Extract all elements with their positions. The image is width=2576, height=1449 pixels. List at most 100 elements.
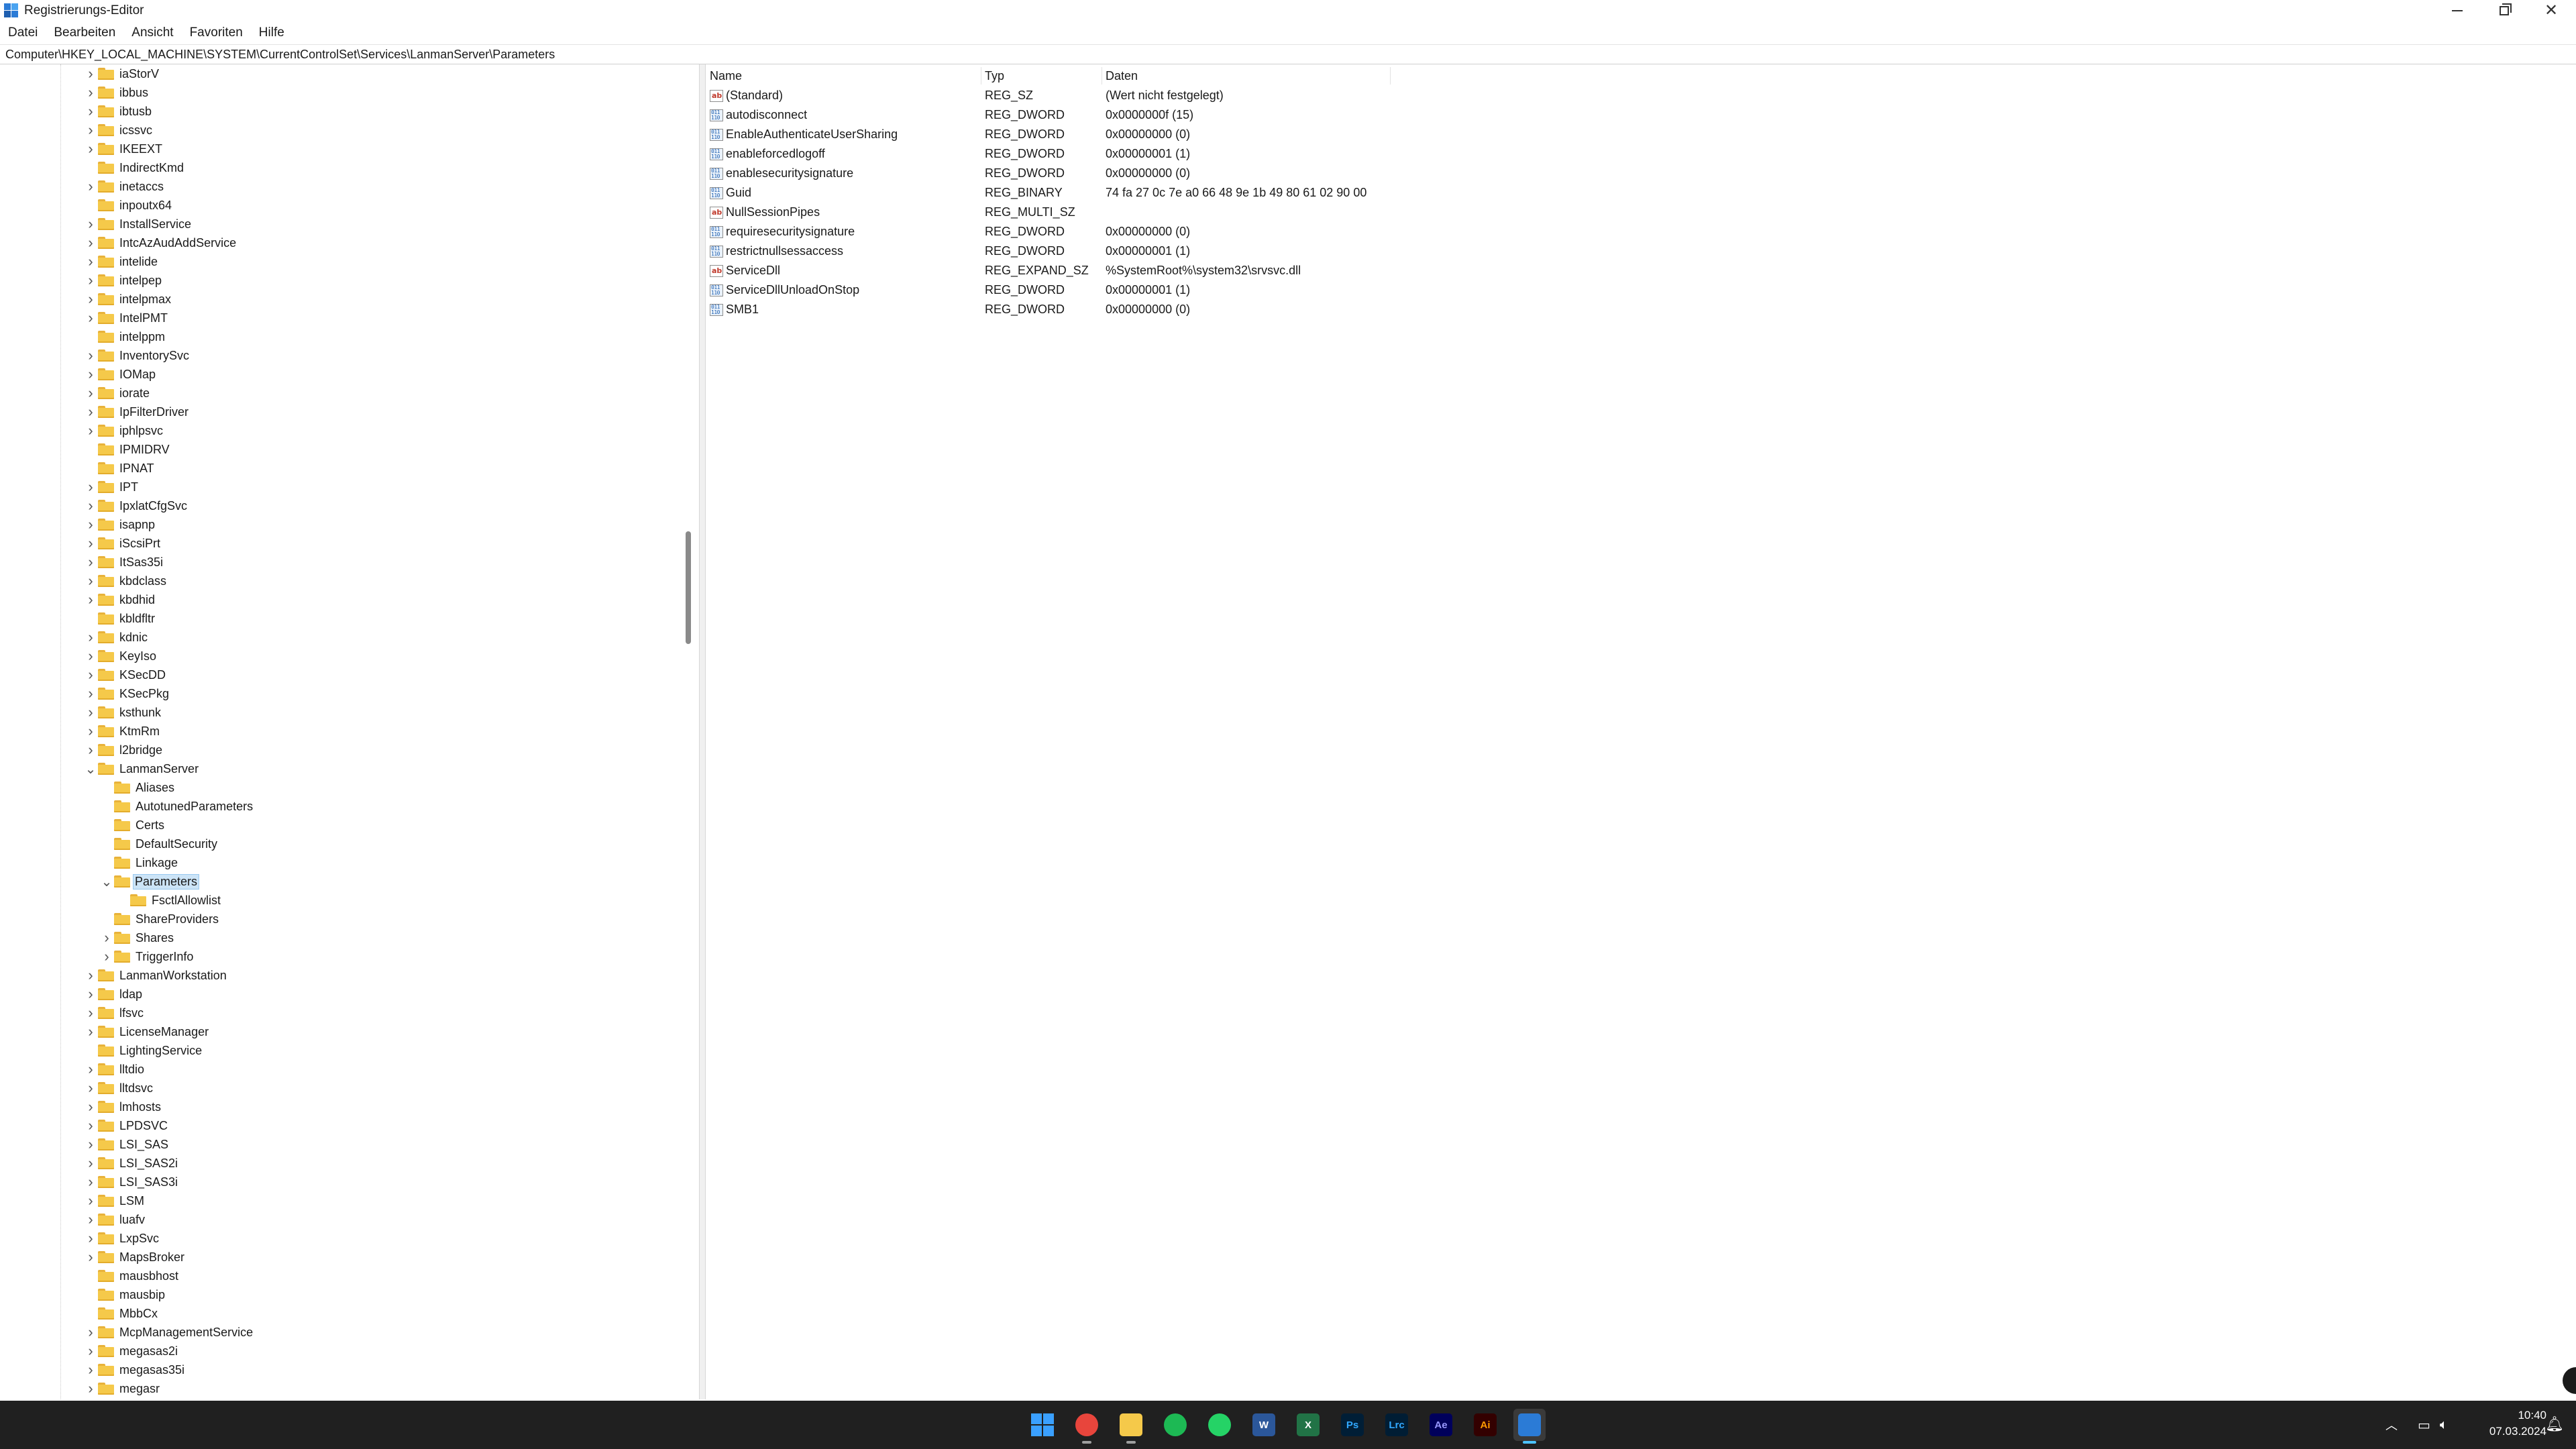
tree-item[interactable]: kbldfltr [83,609,158,628]
tree-item[interactable]: › ItSas35i [83,553,166,572]
chevron-right-icon[interactable]: › [83,966,98,985]
tree-item[interactable]: ShareProviders [99,910,221,928]
tree-item[interactable]: inpoutx64 [83,196,174,215]
chevron-right-icon[interactable]: › [83,83,98,102]
tree-item[interactable]: › intelpmax [83,290,174,309]
chevron-right-icon[interactable]: › [83,1342,98,1360]
chevron-right-icon[interactable]: › [83,496,98,515]
tree-item[interactable]: mausbip [83,1285,168,1304]
column-separator[interactable] [1390,67,1391,85]
chevron-right-icon[interactable]: › [83,1210,98,1229]
taskbar-file-explorer[interactable] [1115,1409,1147,1444]
chevron-right-icon[interactable]: › [83,384,98,402]
chevron-right-icon[interactable]: › [83,1116,98,1135]
tree-item[interactable]: › iScsiPrt [83,534,163,553]
chevron-down-icon[interactable]: ⌄ [83,759,98,778]
tree-item[interactable]: › luafv [83,1210,148,1229]
taskbar-lightroom-classic[interactable]: Lrc [1381,1409,1413,1441]
tree-item[interactable]: Linkage [99,853,180,872]
chevron-right-icon[interactable]: › [83,121,98,140]
value-row[interactable]: 011 110 Guid REG_BINARY 74 fa 27 0c 7e a0 66… [706,183,1390,203]
menu-favoriten[interactable]: Favoriten [182,25,251,40]
chevron-right-icon[interactable]: › [99,928,114,947]
tree-item[interactable]: › ibbus [83,83,151,102]
column-header-type[interactable]: Typ [985,67,1004,85]
pane-splitter[interactable] [699,64,706,1399]
chevron-right-icon[interactable]: › [83,1323,98,1342]
tree-item[interactable]: › iorate [83,384,152,402]
value-row[interactable]: 011 110 autodisconnect REG_DWORD 0x0000000f … [706,105,1390,125]
tree-item[interactable]: › IpFilterDriver [83,402,191,421]
menu-datei[interactable]: Datei [0,25,46,40]
restore-button[interactable] [2481,0,2528,21]
tree-item[interactable]: › megasas35i [83,1360,187,1379]
menu-bearbeiten[interactable]: Bearbeiten [46,25,123,40]
tree-item[interactable]: › KSecPkg [83,684,172,703]
values-list[interactable]: Name Typ Daten ab (Standard) REG_SZ (Wert n… [706,64,2576,1399]
chevron-right-icon[interactable]: › [83,1191,98,1210]
chevron-right-icon[interactable]: › [83,271,98,290]
tree-item[interactable]: ⌄ LanmanServer [83,759,201,778]
taskbar-spotify[interactable] [1159,1409,1191,1441]
tree-item[interactable]: › isapnp [83,515,158,534]
chevron-right-icon[interactable]: › [83,252,98,271]
tree-item[interactable]: › lmhosts [83,1097,164,1116]
tree-item[interactable]: › lltdsvc [83,1079,156,1097]
tree-item[interactable]: › iaStorV [83,64,162,83]
menu-hilfe[interactable]: Hilfe [251,25,292,40]
tree-item[interactable]: IPNAT [83,459,157,478]
tree-item[interactable]: mausbhost [83,1267,181,1285]
tree-item[interactable]: › InventorySvc [83,346,192,365]
chevron-right-icon[interactable]: › [83,177,98,196]
chevron-right-icon[interactable]: › [83,1022,98,1041]
address-bar[interactable]: Computer\HKEY_LOCAL_MACHINE\SYSTEM\Curre… [0,44,2576,64]
taskbar-start-button[interactable] [1026,1409,1059,1441]
tree-item[interactable]: › megasr [83,1379,162,1398]
tree-item[interactable]: › icssvc [83,121,155,140]
chevron-right-icon[interactable]: › [83,1060,98,1079]
tree-item[interactable]: DefaultSecurity [99,835,220,853]
value-row[interactable]: 011 110 requiresecuritysignature REG_DWORD 0… [706,222,1390,241]
tree-item[interactable]: › IOMap [83,365,158,384]
taskbar-chrome[interactable] [1071,1409,1103,1444]
tree-item[interactable]: IndirectKmd [83,158,186,177]
tree-item[interactable]: › kbdclass [83,572,169,590]
chevron-right-icon[interactable]: › [83,1097,98,1116]
tree-item[interactable]: › LPDSVC [83,1116,170,1135]
chevron-right-icon[interactable]: › [83,1135,98,1154]
tree-item[interactable]: › LxpSvc [83,1229,162,1248]
chevron-right-icon[interactable]: › [83,985,98,1004]
tree-item[interactable]: › LSM [83,1191,147,1210]
value-row[interactable]: ab (Standard) REG_SZ (Wert nicht festgelegt… [706,86,1390,105]
chevron-right-icon[interactable]: › [83,64,98,83]
taskbar-registry-editor[interactable] [1513,1409,1546,1444]
chevron-right-icon[interactable]: › [83,309,98,327]
tree-item[interactable]: › megasas2i [83,1342,180,1360]
tree-item[interactable]: › KeyIso [83,647,159,665]
key-tree[interactable]: › iaStorV › ibbus › ibtusb › icssvc › IKEEXT Indir… [0,64,699,1399]
chevron-right-icon[interactable]: › [83,140,98,158]
chevron-right-icon[interactable]: › [83,722,98,741]
tree-item[interactable]: › IPT [83,478,141,496]
tree-item[interactable]: › kbdhid [83,590,158,609]
tree-item[interactable]: › ksthunk [83,703,164,722]
chevron-up-icon[interactable]: ︿ [2385,1416,2398,1434]
chevron-right-icon[interactable]: › [83,346,98,365]
value-row[interactable]: 011 110 ServiceDllUnloadOnStop REG_DWORD 0x0… [706,280,1390,300]
menu-ansicht[interactable]: Ansicht [123,25,181,40]
tree-item[interactable]: › Shares [99,928,176,947]
tree-item[interactable]: › KSecDD [83,665,168,684]
tree-item[interactable]: › McpManagementService [83,1323,256,1342]
chevron-right-icon[interactable]: › [83,478,98,496]
tree-item[interactable]: › LSI_SAS2i [83,1154,180,1173]
tree-item[interactable]: IPMIDRV [83,440,172,459]
chevron-right-icon[interactable]: › [83,590,98,609]
tree-item[interactable]: › iphlpsvc [83,421,166,440]
tree-item[interactable]: ⌄ Parameters [99,872,200,891]
tree-item[interactable]: FsctlAllowlist [115,891,223,910]
chevron-right-icon[interactable]: › [83,553,98,572]
chevron-right-icon[interactable]: › [83,102,98,121]
chevron-right-icon[interactable]: › [83,365,98,384]
tree-item[interactable]: › l2bridge [83,741,165,759]
chevron-right-icon[interactable]: › [83,1248,98,1267]
